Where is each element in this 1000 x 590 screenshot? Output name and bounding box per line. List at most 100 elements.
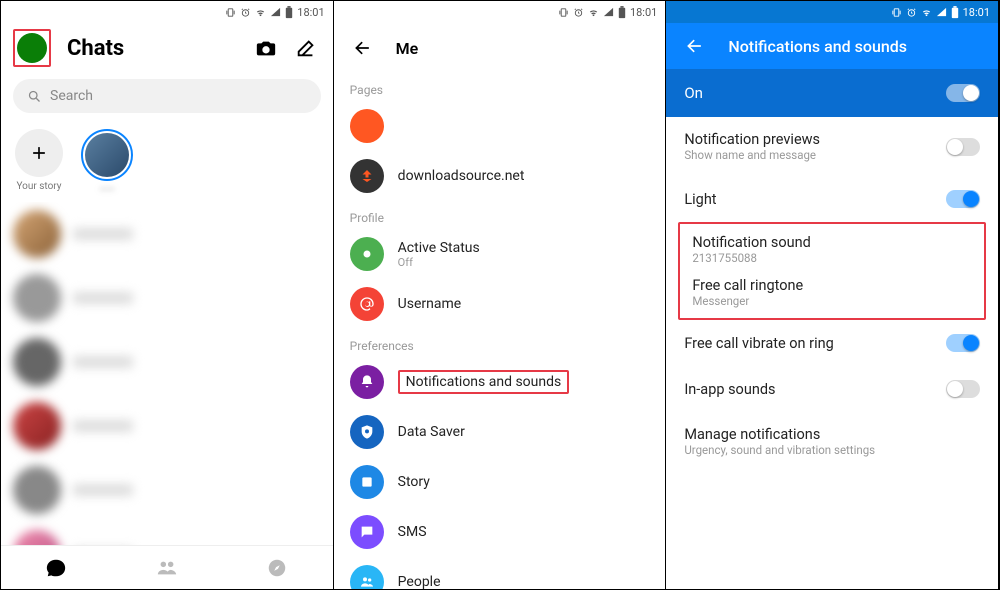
search-icon <box>27 89 42 104</box>
people-item[interactable]: People <box>334 557 666 589</box>
arrow-left-icon <box>685 36 705 56</box>
your-story-label: Your story <box>16 181 61 192</box>
back-button[interactable] <box>680 31 710 61</box>
username-item[interactable]: Username <box>334 279 666 329</box>
previews-sub: Show name and message <box>684 148 820 162</box>
status-icons <box>225 6 293 19</box>
story-label: Story <box>398 474 430 490</box>
previews-item[interactable]: Notification previews Show name and mess… <box>666 117 998 176</box>
wifi-icon <box>921 7 932 18</box>
download-icon <box>358 167 376 185</box>
nav-discover[interactable] <box>262 553 292 583</box>
datasaver-icon-bg <box>350 415 384 449</box>
card-icon <box>359 474 375 490</box>
message-icon <box>359 524 375 540</box>
vibrate-toggle[interactable] <box>946 334 980 352</box>
chat-row[interactable] <box>13 522 321 545</box>
panel-notifications: 18:01 Notifications and sounds On Notifi… <box>666 1 999 589</box>
dot-icon <box>360 247 374 261</box>
page-title: Me <box>396 39 419 58</box>
inapp-item[interactable]: In-app sounds <box>666 366 998 412</box>
section-pages: Pages <box>334 73 666 101</box>
page-avatar-2 <box>350 159 384 193</box>
status-bar: 18:01 <box>666 1 998 23</box>
camera-button[interactable] <box>251 33 281 63</box>
status-icons <box>891 6 959 19</box>
sound-item[interactable]: Notification sound 2131755088 <box>686 228 978 271</box>
datasaver-item[interactable]: Data Saver <box>334 407 666 457</box>
avatar-highlight <box>13 29 51 67</box>
sound-sub: 2131755088 <box>692 251 810 265</box>
story-ring <box>81 129 133 181</box>
page-title: Notifications and sounds <box>728 37 907 56</box>
compose-icon <box>295 37 317 59</box>
nav-people[interactable] <box>152 553 182 583</box>
sms-icon-bg <box>350 515 384 549</box>
chats-header: Chats <box>1 23 333 73</box>
light-toggle[interactable] <box>946 190 980 208</box>
nav-chats[interactable] <box>41 553 71 583</box>
story-item[interactable]: Story <box>334 457 666 507</box>
arrow-left-icon <box>353 38 373 58</box>
notifications-item[interactable]: Notifications and sounds <box>334 357 666 407</box>
active-status-item[interactable]: Active Status Off <box>334 229 666 279</box>
on-label: On <box>684 84 703 102</box>
master-toggle[interactable] <box>946 84 980 102</box>
chat-list <box>1 202 333 545</box>
story-item[interactable]: —— <box>81 129 133 196</box>
plus-icon <box>29 143 49 163</box>
ringtone-label: Free call ringtone <box>692 277 803 294</box>
chat-row[interactable] <box>13 458 321 522</box>
page-label-2: downloadsource.net <box>398 168 525 184</box>
sms-label: SMS <box>398 524 427 540</box>
active-status-sub: Off <box>398 256 480 269</box>
light-item[interactable]: Light <box>666 176 998 222</box>
me-list: Pages downloadsource.net Profile Active … <box>334 73 666 589</box>
page-item-2[interactable]: downloadsource.net <box>334 151 666 201</box>
chat-row[interactable] <box>13 266 321 330</box>
page-item-1[interactable] <box>334 101 666 151</box>
manage-item[interactable]: Manage notifications Urgency, sound and … <box>666 412 998 471</box>
chat-row[interactable] <box>13 202 321 266</box>
status-time: 18:01 <box>963 6 990 19</box>
add-story[interactable]: Your story <box>15 129 63 196</box>
notif-icon-bg <box>350 365 384 399</box>
search-input[interactable]: Search <box>13 79 321 113</box>
page-title: Chats <box>67 36 241 61</box>
chat-row[interactable] <box>13 394 321 458</box>
active-status-icon-bg <box>350 237 384 271</box>
wifi-icon <box>255 7 266 18</box>
panel-chats: 18:01 Chats Search Your story —— <box>1 1 334 589</box>
previews-label: Notification previews <box>684 131 820 148</box>
previews-toggle[interactable] <box>946 138 980 156</box>
status-icons <box>558 6 626 19</box>
compose-button[interactable] <box>291 33 321 63</box>
sms-item[interactable]: SMS <box>334 507 666 557</box>
people-icon <box>359 574 375 589</box>
inapp-label: In-app sounds <box>684 381 775 398</box>
story-label: —— <box>99 185 115 196</box>
battery-icon <box>951 6 959 19</box>
camera-icon <box>255 37 277 59</box>
master-toggle-row[interactable]: On <box>666 69 998 117</box>
chat-row[interactable] <box>13 330 321 394</box>
add-story-circle <box>15 129 63 177</box>
wifi-icon <box>588 7 599 18</box>
vibrate-item[interactable]: Free call vibrate on ring <box>666 320 998 366</box>
bottom-nav <box>1 545 333 589</box>
vibrate-label: Free call vibrate on ring <box>684 335 833 352</box>
page-avatar-1 <box>350 109 384 143</box>
people-icon-bg <box>350 565 384 589</box>
back-button[interactable] <box>348 33 378 63</box>
bell-icon <box>359 374 375 390</box>
user-avatar[interactable] <box>17 33 47 63</box>
people-label: People <box>398 574 441 589</box>
manage-sub: Urgency, sound and vibration settings <box>684 443 875 457</box>
battery-icon <box>618 6 626 19</box>
ringtone-item[interactable]: Free call ringtone Messenger <box>686 271 978 314</box>
section-preferences: Preferences <box>334 329 666 357</box>
vibrate-icon <box>225 7 236 18</box>
search-placeholder: Search <box>50 88 93 104</box>
inapp-toggle[interactable] <box>946 380 980 398</box>
alarm-icon <box>573 7 584 18</box>
